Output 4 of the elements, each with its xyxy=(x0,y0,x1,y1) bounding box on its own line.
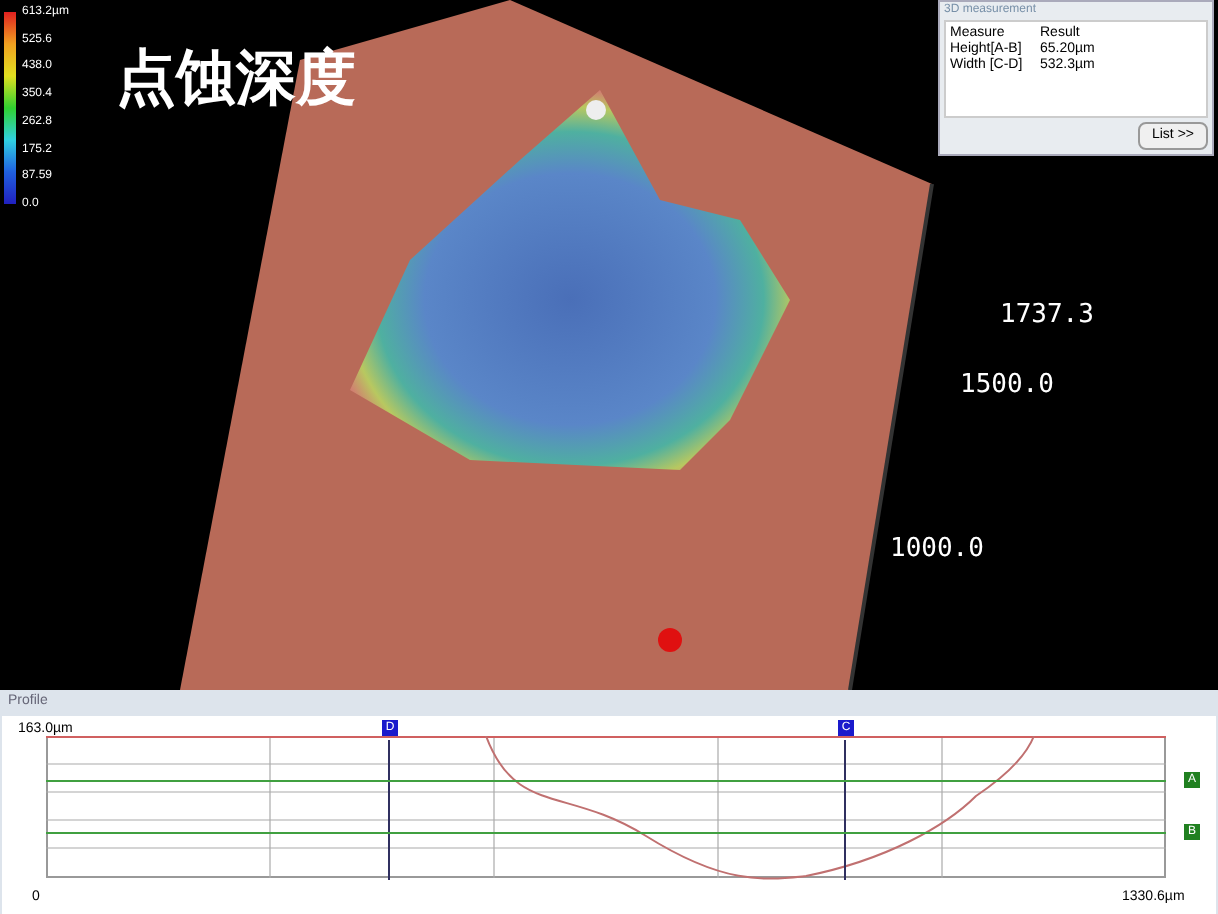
axis-label: 1000.0 xyxy=(890,532,984,568)
page-title: 点蚀深度 xyxy=(116,44,356,116)
axis-label: 1737.3 xyxy=(1000,298,1094,334)
axis-label: 1500.0 xyxy=(960,368,1054,404)
